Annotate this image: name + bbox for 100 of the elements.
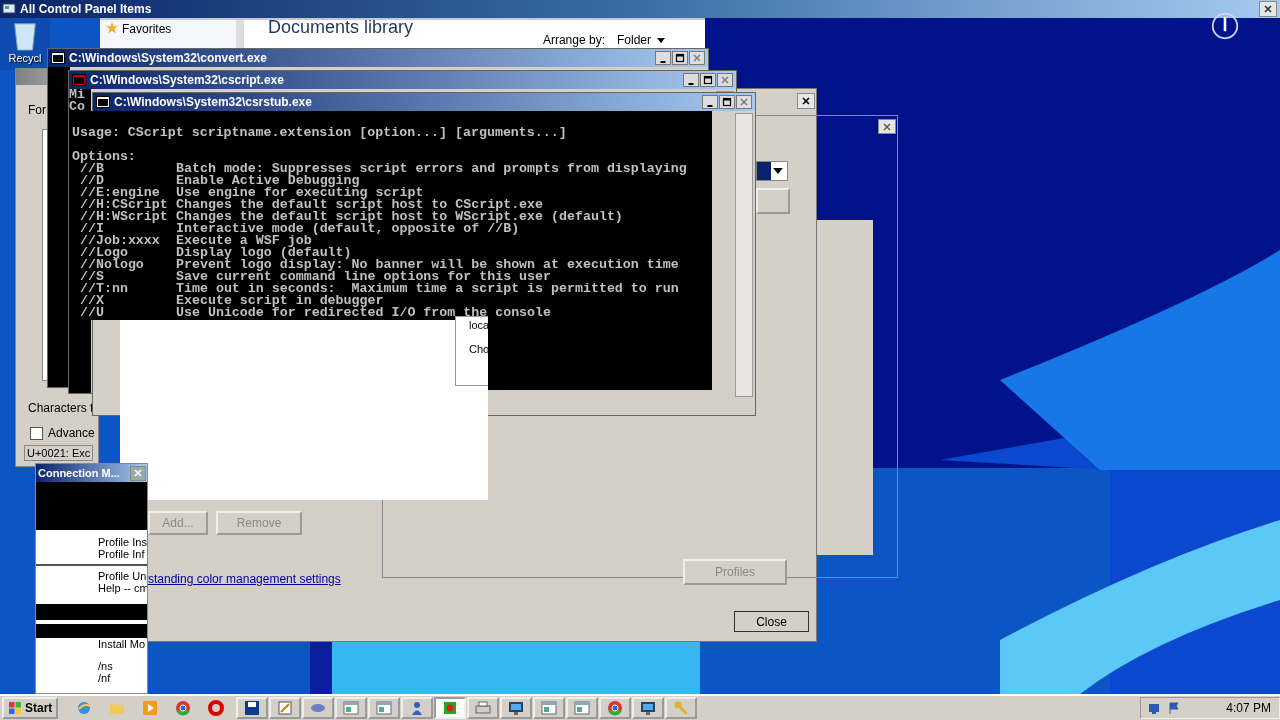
circle-icon[interactable]	[1210, 12, 1240, 40]
taskbar-button[interactable]	[500, 697, 533, 719]
console-line: Usage: CScript scriptname.extension [option...] [arguments...]	[72, 127, 568, 139]
terminal-icon	[51, 52, 65, 64]
monitor-icon	[508, 700, 525, 716]
close-icon	[739, 97, 749, 107]
ring-icon[interactable]	[208, 700, 225, 716]
minimize-icon	[688, 82, 694, 85]
close-icon	[882, 121, 892, 132]
start-button[interactable]: Start	[2, 697, 59, 719]
window-title: C:\Windows\System32\csrstub.exe	[114, 95, 313, 109]
dialog-button[interactable]	[756, 188, 790, 214]
flag-icon[interactable]	[1167, 701, 1181, 715]
tool-icon	[277, 700, 294, 716]
clock[interactable]: 4:07 PM	[1226, 701, 1271, 715]
console-option-name: //I	[80, 223, 104, 235]
taskbar-button[interactable]	[434, 697, 467, 719]
console-line: Co	[69, 101, 86, 113]
windows-logo-icon	[8, 701, 22, 715]
console-line: Changes the default script host to WScript.exe (default)	[176, 211, 623, 223]
window-title: C:\Windows\System32\cscript.exe	[90, 73, 285, 87]
dropdown[interactable]	[756, 161, 788, 181]
text-line: Install Mo	[97, 638, 147, 650]
text-line: Profile Ins	[97, 536, 147, 548]
taskbar-button[interactable]	[599, 697, 632, 719]
console-line: Use Unicode for redirected I/O from the console	[176, 307, 552, 319]
minimize-button[interactable]	[702, 95, 718, 109]
close-icon	[720, 75, 730, 85]
scrollbar[interactable]	[735, 113, 753, 397]
printer-icon	[475, 700, 492, 716]
console-line: Execute a WSF job	[176, 235, 312, 247]
console-line: Display logo (default)	[176, 247, 352, 259]
text-line: /ns	[97, 660, 114, 672]
script-icon	[72, 74, 86, 86]
field-label: For	[28, 103, 46, 117]
minimize-icon	[660, 60, 666, 63]
console-option-name: //Logo	[80, 247, 128, 259]
minimize-button[interactable]	[683, 73, 699, 87]
close-button[interactable]	[878, 119, 896, 134]
minimize-button[interactable]	[655, 51, 671, 65]
text-line: /nf	[97, 672, 112, 684]
window-icon	[541, 700, 558, 716]
console-line: Save current command line options for this user	[176, 271, 552, 283]
taskbar-button[interactable]	[236, 697, 269, 719]
console-line: Execute script in debugger	[176, 295, 384, 307]
console-option-name: //E:engine	[80, 187, 160, 199]
app-icon	[442, 700, 459, 716]
maximize-icon	[722, 97, 732, 107]
window-icon	[376, 700, 393, 716]
console-option-name: //Job:xxxx	[80, 235, 161, 247]
taskbar-button[interactable]	[632, 697, 665, 719]
close-button[interactable]: Close	[734, 611, 809, 632]
maximize-button[interactable]	[700, 73, 716, 87]
help-link[interactable]: standing color management settings	[148, 572, 341, 586]
monitor-icon[interactable]	[1147, 701, 1161, 715]
text-line: Profile Inf	[97, 548, 146, 560]
console-line: Use engine for executing script	[176, 187, 424, 199]
text-line: Profile Un	[97, 570, 147, 582]
maximize-button[interactable]	[672, 51, 688, 65]
close-icon	[692, 53, 702, 63]
console-line: Interactive mode (default, opposite of //B)	[176, 223, 520, 235]
recycle-bin-icon[interactable]	[11, 20, 39, 52]
window-title: C:\Windows\System32\convert.exe	[69, 51, 268, 65]
monitor-icon	[640, 700, 657, 716]
arrange-label: Arrange by:	[542, 34, 605, 47]
maximize-button[interactable]	[719, 95, 735, 109]
console-option-name: //T:nn	[80, 283, 129, 295]
taskbar-button[interactable]	[401, 697, 434, 719]
close-icon	[133, 468, 143, 478]
window-icon	[343, 700, 360, 716]
close-button[interactable]	[797, 93, 815, 109]
star-icon	[106, 22, 118, 34]
browser-icon	[607, 700, 624, 716]
console-line: Enable Active Debugging	[176, 175, 360, 187]
console-line: Batch mode: Suppresses script errors and prompts from displaying	[176, 163, 687, 175]
key-icon	[673, 700, 690, 716]
console-option-name: //H:CScript	[80, 199, 169, 211]
window-icon	[574, 700, 591, 716]
console-line: Time out in seconds: Maximum time a script is permitted to run	[176, 283, 679, 295]
close-button[interactable]	[1259, 1, 1277, 17]
caret-icon	[773, 168, 783, 174]
floppy-icon	[244, 700, 261, 716]
icon-label[interactable]: Recycl	[8, 52, 42, 64]
control-panel-icon	[2, 2, 16, 16]
console-line: Mi	[69, 89, 86, 101]
console-option-name: //H:WScript	[80, 211, 169, 223]
caret-icon	[657, 38, 665, 43]
checkbox-label[interactable]: Advance	[48, 426, 95, 440]
console-option-name: //Nologo	[80, 259, 145, 271]
console-line: Options:	[72, 151, 137, 163]
terminal-icon	[96, 96, 110, 108]
globe-icon[interactable]	[76, 700, 93, 716]
checkbox[interactable]	[30, 426, 43, 440]
option-label: Cho	[469, 343, 488, 355]
browser-icon[interactable]	[175, 700, 192, 716]
close-icon	[1263, 4, 1273, 14]
close-icon	[801, 96, 811, 106]
arrange-dropdown[interactable]: Folder	[617, 34, 665, 47]
console-option-name: //B	[80, 163, 104, 175]
console-option-name: //X	[80, 295, 105, 307]
